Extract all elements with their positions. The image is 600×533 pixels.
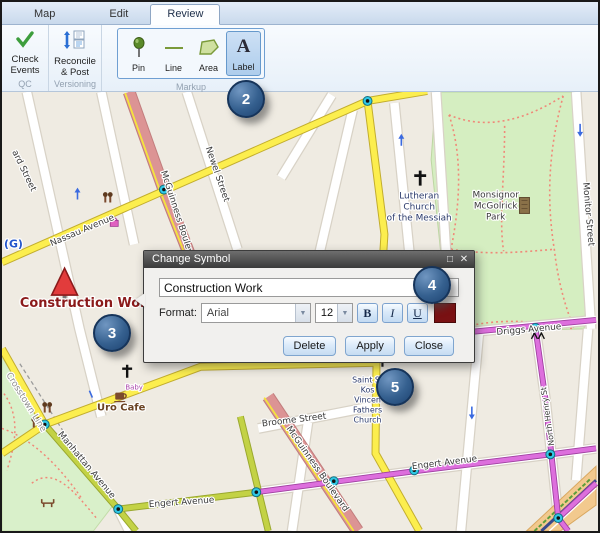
font-family-select[interactable]: Arial ▼ xyxy=(201,303,311,323)
uro-cafe-label: Uro Cafe xyxy=(97,403,146,414)
svg-text:McGolrick: McGolrick xyxy=(474,201,519,211)
svg-text:Kos: Kos xyxy=(361,386,375,395)
subway-station-label-g: (G) xyxy=(4,237,23,250)
svg-text:of the Messiah: of the Messiah xyxy=(387,213,452,223)
park-building-icon xyxy=(520,198,530,214)
reconcile-sync-icon xyxy=(62,30,88,55)
close-button[interactable]: Close xyxy=(404,336,454,356)
format-row: Format: Arial ▼ 12 ▼ B I U xyxy=(159,303,469,323)
area-icon xyxy=(197,35,221,61)
check-icon xyxy=(15,30,35,53)
font-color-swatch[interactable] xyxy=(434,303,456,323)
line-button[interactable]: Line xyxy=(156,31,191,76)
pin-button[interactable]: Pin xyxy=(121,31,156,76)
area-label: Area xyxy=(199,63,218,73)
font-family-value: Arial xyxy=(202,304,295,322)
callout-badge-3: 3 xyxy=(93,314,131,352)
callout-badge-2: 2 xyxy=(227,80,265,118)
baby-store-label: Baby xyxy=(125,384,143,392)
dropdown-arrow-icon[interactable]: ▼ xyxy=(337,304,352,322)
app-window: Map Edit Review Check Events QC xyxy=(0,0,600,533)
tab-edit[interactable]: Edit xyxy=(93,5,144,24)
park-label: Monsignor xyxy=(472,191,519,201)
group-qc: Check Events QC xyxy=(2,25,49,91)
svg-text:Vincen: Vincen xyxy=(354,396,381,405)
dropdown-arrow-icon[interactable]: ▼ xyxy=(295,304,310,322)
underline-button[interactable]: U xyxy=(407,303,428,323)
area-button[interactable]: Area xyxy=(191,31,226,76)
callout-badge-5: 5 xyxy=(376,368,414,406)
tab-review[interactable]: Review xyxy=(150,4,220,25)
format-label: Format: xyxy=(159,307,197,319)
reconcile-post-button[interactable]: Reconcile & Post xyxy=(51,27,99,78)
ribbon-tab-row: Map Edit Review xyxy=(2,2,598,25)
pin-label: Pin xyxy=(132,63,145,73)
ribbon-body: Check Events QC Reconcile & Post xyxy=(2,25,598,92)
label-a-icon: A xyxy=(237,34,251,60)
font-size-value: 12 xyxy=(316,304,337,322)
pin-icon xyxy=(131,35,147,61)
label-button[interactable]: A Label xyxy=(226,31,261,76)
callout-badge-4: 4 xyxy=(413,266,451,304)
reconcile-post-label: Reconcile & Post xyxy=(52,57,98,78)
italic-button[interactable]: I xyxy=(382,303,403,323)
ribbon: Map Edit Review Check Events QC xyxy=(2,2,598,92)
maximize-icon[interactable]: □ xyxy=(443,252,457,267)
tab-map[interactable]: Map xyxy=(18,5,71,24)
close-icon[interactable]: ✕ xyxy=(457,252,471,267)
dialog-buttons: Delete Apply Close xyxy=(283,336,454,356)
lutheran-church-label: Lutheran xyxy=(399,192,439,202)
group-versioning: Reconcile & Post Versioning xyxy=(49,25,102,91)
svg-text:Church: Church xyxy=(354,415,382,424)
delete-button[interactable]: Delete xyxy=(283,336,337,356)
dialog-title: Change Symbol xyxy=(152,251,443,268)
check-events-label: Check Events xyxy=(2,55,48,76)
label-label: Label xyxy=(232,62,254,72)
svg-text:Church: Church xyxy=(403,202,435,212)
dialog-titlebar[interactable]: Change Symbol □ ✕ xyxy=(144,251,474,268)
line-icon xyxy=(163,35,185,61)
line-label: Line xyxy=(165,63,182,73)
svg-text:Fathers: Fathers xyxy=(353,406,382,415)
bold-button[interactable]: B xyxy=(357,303,378,323)
group-label-versioning: Versioning xyxy=(54,78,96,91)
font-size-select[interactable]: 12 ▼ xyxy=(315,303,353,323)
check-events-button[interactable]: Check Events xyxy=(1,27,49,78)
apply-button[interactable]: Apply xyxy=(345,336,395,356)
markup-highlight-box: Pin Line Area A xyxy=(117,28,265,79)
group-label-qc: QC xyxy=(18,78,32,91)
dialog-callout-tail xyxy=(135,293,145,307)
svg-text:Park: Park xyxy=(486,212,506,222)
